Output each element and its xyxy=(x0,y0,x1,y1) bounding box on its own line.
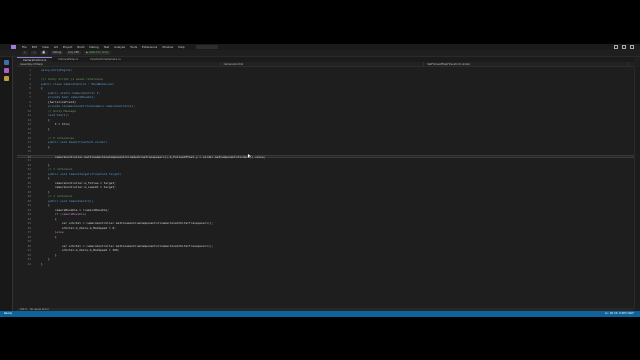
menu-edit[interactable]: Edit xyxy=(32,45,37,49)
forward-button[interactable]: → xyxy=(31,51,38,55)
code-line[interactable]: 5{ xyxy=(17,86,634,91)
code-line[interactable]: 37 }else xyxy=(17,230,634,235)
code-text[interactable]: public void CameraTarget(Transform targe… xyxy=(41,172,121,177)
code-line[interactable]: 1 using UnityEngine; xyxy=(17,68,634,73)
code-text[interactable]: public class CameraControl : MonoBehavio… xyxy=(41,82,114,87)
line-number: 44 xyxy=(27,261,31,266)
code-text[interactable]: using UnityEngine; xyxy=(41,68,72,73)
class-dropdown[interactable]: CameraControl xyxy=(221,62,425,66)
code-text[interactable]: { xyxy=(41,145,50,150)
toolbox-icon[interactable] xyxy=(3,68,9,73)
menu-debug[interactable]: Debug xyxy=(89,45,98,49)
code-line[interactable]: 21 xyxy=(17,158,634,163)
server-explorer-icon[interactable] xyxy=(3,60,9,65)
menu-analyze[interactable]: Analyze xyxy=(114,45,125,49)
menu-build[interactable]: Build xyxy=(77,45,84,49)
code-line[interactable]: 18 { xyxy=(17,145,634,150)
code-line[interactable]: 28 } xyxy=(17,190,634,195)
code-line[interactable]: 13 I = this; xyxy=(17,122,634,127)
code-line[interactable]: 30 public void CameraSwitch() xyxy=(17,199,634,204)
code-line[interactable]: 38 { xyxy=(17,235,634,240)
code-line[interactable]: 27 cameraController.m_LookAt = target; xyxy=(17,185,634,190)
code-line[interactable]: 9 private CinemachineVirtualCamera camer… xyxy=(17,104,634,109)
code-line[interactable]: 43 } xyxy=(17,257,634,262)
left-tool-strip xyxy=(0,57,13,311)
minimize-icon[interactable] xyxy=(614,45,618,49)
code-line[interactable]: 11 void Start() xyxy=(17,113,634,118)
data-sources-icon[interactable] xyxy=(3,76,9,81)
menu-view[interactable]: View xyxy=(42,45,49,49)
code-line[interactable]: 41 orbital.m_XAxis.m_MaxSpeed = 300; xyxy=(17,248,634,253)
project-dropdown[interactable]: Assembly-CSharp xyxy=(17,62,221,66)
code-line[interactable]: 33 if (cameraMovable) xyxy=(17,212,634,217)
code-line[interactable]: 20 cameraController.GetCinemachineCompon… xyxy=(17,154,634,158)
code-line[interactable]: 42 } xyxy=(17,253,634,258)
visual-studio-window: File Edit View Git Project Build Debug T… xyxy=(0,44,640,317)
code-text[interactable]: { xyxy=(41,235,57,240)
back-button[interactable]: ← xyxy=(22,51,29,55)
menu-tools[interactable]: Tools xyxy=(130,45,137,49)
code-line[interactable]: 32 cameraMovable = !cameraMovable; xyxy=(17,208,634,213)
cursor-position: Ln: 20 Ch: 9 SPC CRLF xyxy=(605,312,634,315)
code-line[interactable]: 12 { xyxy=(17,118,634,123)
code-line[interactable]: 10 // Unity Message xyxy=(17,109,634,114)
menu-help[interactable]: Help xyxy=(178,45,184,49)
maximize-icon[interactable] xyxy=(622,45,626,49)
close-icon[interactable] xyxy=(630,45,634,49)
code-text[interactable]: cameraController.m_LookAt = target; xyxy=(41,185,116,190)
code-line[interactable]: 19 xyxy=(17,149,634,154)
save-button[interactable]: 💾 xyxy=(40,51,48,55)
code-line[interactable]: 29 // 1 reference xyxy=(17,194,634,199)
code-line[interactable]: 4 public class CameraControl : MonoBehavi… xyxy=(17,82,634,87)
code-line[interactable]: 31 { xyxy=(17,203,634,208)
status-text: Ready xyxy=(4,312,13,315)
platform-select[interactable]: Any CPU xyxy=(66,51,82,55)
menu-window[interactable]: Window xyxy=(162,45,173,49)
code-text[interactable]: public void Zoom(Transform slider) xyxy=(41,140,107,145)
status-bar: Ready Ln: 20 Ch: 9 SPC CRLF xyxy=(0,311,640,317)
code-text[interactable]: } xyxy=(41,127,50,132)
menu-extensions[interactable]: Extensions xyxy=(142,45,157,49)
code-line[interactable]: 14 } xyxy=(17,127,634,132)
code-line[interactable]: 6 public static CameraControl I; xyxy=(17,91,634,96)
code-line[interactable]: 7 private bool cameraMovable; xyxy=(17,95,634,100)
vertical-scrollbar[interactable] xyxy=(634,67,640,308)
code-line[interactable]: 22 } xyxy=(17,163,634,168)
code-line[interactable]: 16 // 0 references xyxy=(17,136,634,141)
code-line[interactable]: 24 public void CameraTarget(Transform ta… xyxy=(17,172,634,177)
menu-git[interactable]: Git xyxy=(54,45,58,49)
search-box[interactable] xyxy=(195,45,218,49)
attach-unity-button[interactable]: ▶ Attach to Unity xyxy=(84,51,111,55)
menu-project[interactable]: Project xyxy=(63,45,73,49)
configuration-select[interactable]: Debug xyxy=(50,51,64,55)
code-line[interactable]: 17 public void Zoom(Transform slider) xyxy=(17,140,634,145)
code-line[interactable]: 44} xyxy=(17,261,634,267)
code-text[interactable]: } xyxy=(41,262,43,267)
toolbar: ← → 💾 Debug Any CPU ▶ Attach to Unity xyxy=(0,50,640,57)
visual-studio-logo-icon xyxy=(11,45,16,49)
code-line[interactable]: 2 xyxy=(17,73,634,78)
code-line[interactable]: 36 orbital.m_XAxis.m_MaxSpeed = 0; xyxy=(17,226,634,231)
line-number: 19 xyxy=(27,149,31,153)
code-line[interactable]: 15 xyxy=(17,131,634,136)
code-editor[interactable]: 1 using UnityEngine; 2 3/// Unity Script (1… xyxy=(17,67,634,308)
menu-file[interactable]: File xyxy=(22,45,27,49)
member-dropdown[interactable]: SetFollowOffset(Transform slider) xyxy=(424,62,628,66)
menu-test[interactable]: Test xyxy=(104,45,110,49)
